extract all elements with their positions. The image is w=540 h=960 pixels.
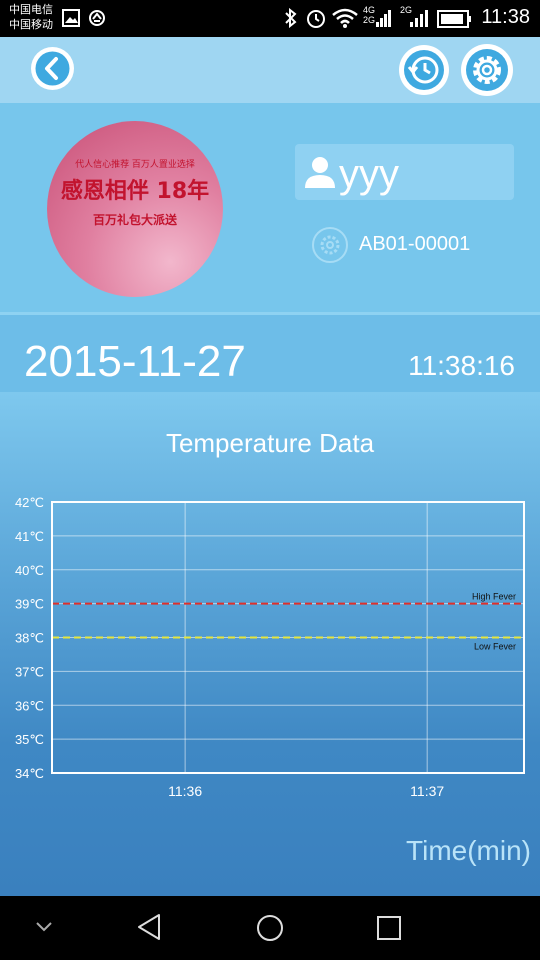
back-button[interactable] xyxy=(31,47,74,90)
app-notification-icon xyxy=(89,10,105,26)
avatar[interactable]: 代人信心推荐 百万人置业选择 感恩相伴 18年 百万礼包大派送 xyxy=(47,121,223,297)
y-tick-label: 36℃ xyxy=(15,698,44,713)
photo-text-line1: 感恩相伴 18年 xyxy=(60,179,210,204)
carrier-2: 中国移动 xyxy=(9,18,53,31)
chevron-down-icon[interactable] xyxy=(34,920,54,934)
gear-icon xyxy=(466,49,508,91)
reference-label: High Fever xyxy=(472,592,516,602)
settings-button[interactable] xyxy=(461,44,513,96)
system-nav-bar xyxy=(0,896,540,960)
current-time: 11:38:16 xyxy=(408,350,515,381)
device-id: AB01-00001 xyxy=(359,233,471,255)
datetime-bar: 2015-11-27 11:38:16 xyxy=(0,315,540,392)
y-tick-label: 37℃ xyxy=(15,664,44,679)
bluetooth-icon xyxy=(285,8,297,28)
temperature-chart: 34℃35℃36℃37℃38℃39℃40℃41℃42℃11:3611:3711:… xyxy=(15,495,525,799)
x-tick-label: 11:36 xyxy=(168,783,202,799)
y-tick-label: 39℃ xyxy=(15,597,44,612)
back-arrow-icon xyxy=(35,51,70,86)
signal-icon-1 xyxy=(376,10,391,27)
carrier-info: 中国电信 中国移动 xyxy=(9,2,53,32)
x-axis-label: Time(min) xyxy=(406,835,531,866)
photo-text-line0: 代人信心推荐 百万人置业选择 xyxy=(75,160,195,170)
chart-title: Temperature Data xyxy=(165,428,375,458)
wifi-icon xyxy=(332,8,358,28)
user-name-box[interactable]: yyy xyxy=(295,144,514,200)
history-button[interactable] xyxy=(399,45,449,95)
battery-icon xyxy=(437,10,471,28)
y-tick-label: 40℃ xyxy=(15,563,44,578)
network-type-2: 2G xyxy=(363,15,376,25)
y-tick-label: 38℃ xyxy=(15,631,44,646)
signal-icon-2 xyxy=(410,10,428,27)
user-name: yyy xyxy=(339,152,399,196)
y-tick-label: 34℃ xyxy=(15,766,44,781)
alarm-icon xyxy=(307,10,325,28)
current-date: 2015-11-27 xyxy=(24,337,246,386)
history-clock-icon xyxy=(404,50,444,90)
recents-square-icon[interactable] xyxy=(376,915,402,941)
carrier-1: 中国电信 xyxy=(9,3,53,16)
photo-text-line2: 百万礼包大派送 xyxy=(92,213,177,227)
back-triangle-icon[interactable] xyxy=(135,912,165,942)
gallery-icon xyxy=(62,9,80,27)
status-bar: 中国电信 中国移动 4G 2G 2G 11:38 xyxy=(0,0,540,37)
user-icon xyxy=(305,157,335,188)
status-time: 11:38 xyxy=(481,6,530,28)
x-tick-label: 11:37 xyxy=(410,783,444,799)
network-type-1: 4G xyxy=(363,5,376,15)
y-tick-label: 35℃ xyxy=(15,732,44,747)
y-tick-label: 41℃ xyxy=(15,529,44,544)
home-circle-icon[interactable] xyxy=(255,913,285,943)
y-tick-label: 42℃ xyxy=(15,495,44,510)
device-gear-icon xyxy=(312,227,348,263)
top-toolbar xyxy=(0,37,540,103)
reference-label: Low Fever xyxy=(474,642,516,652)
network-labels-1: 4G 2G xyxy=(363,5,375,25)
